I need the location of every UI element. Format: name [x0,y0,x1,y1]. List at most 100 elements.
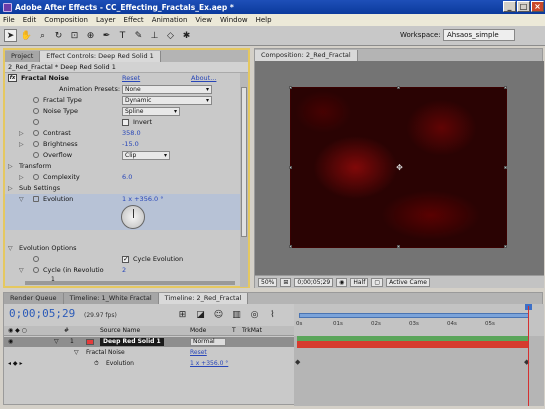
stopwatch-icon[interactable] [33,174,39,180]
menu-edit[interactable]: Edit [23,16,37,24]
layer-duration-bar-selected[interactable] [297,341,529,348]
layer-handle[interactable] [504,166,507,169]
close-button[interactable]: × [531,1,544,12]
tab-timeline-white-fractal[interactable]: Timeline: 1_White Fractal [63,293,159,304]
menu-composition[interactable]: Composition [44,16,88,24]
stopwatch-active-icon[interactable] [33,196,39,202]
cycle-revolution-value[interactable]: 2 [122,265,126,276]
anchor-point-icon[interactable]: ✥ [396,164,403,172]
expand-triangle-icon[interactable]: ▷ [8,183,13,194]
shy-layers-icon[interactable]: ☺ [212,308,225,321]
frame-blending-icon[interactable]: ▥ [230,308,243,321]
stopwatch-icon[interactable] [33,267,39,273]
camera-select[interactable]: Active Came [386,277,430,287]
stopwatch-icon[interactable] [33,152,39,158]
zoom-tool-icon[interactable]: ⌕ [36,29,49,42]
overflow-select[interactable]: Clip [122,151,170,160]
type-tool-icon[interactable]: T [116,29,129,42]
layer-handle[interactable] [504,245,507,248]
current-time-indicator[interactable] [528,306,529,406]
snapshot-icon[interactable]: ◉ [336,277,348,287]
complexity-value[interactable]: 6.0 [122,172,132,183]
noise-type-select[interactable]: Spline [122,107,180,116]
collapse-triangle-icon[interactable]: ▽ [19,265,24,276]
resolution-select[interactable]: Half [350,277,369,287]
region-icon[interactable]: ▢ [371,277,384,287]
selection-tool-icon[interactable]: ➤ [4,29,17,42]
brush-tool-icon[interactable]: ✎ [132,29,145,42]
safe-zones-icon[interactable]: ⊞ [280,277,292,287]
search-comp-icon[interactable]: ⊞ [176,308,189,321]
rotate-tool-icon[interactable]: ↻ [52,29,65,42]
tab-composition[interactable]: Composition: 2_Red_Fractal [255,50,358,61]
contrast-value[interactable]: 358.0 [122,128,141,139]
eraser-tool-icon[interactable]: ◇ [164,29,177,42]
puppet-tool-icon[interactable]: ✱ [180,29,193,42]
keyframe-nav-icon[interactable]: ◂ ◆ ▸ [8,359,22,369]
motion-blur-icon[interactable]: ◎ [248,308,261,321]
stopwatch-active-icon[interactable]: ⏱ [94,359,99,369]
layer-handle[interactable] [504,86,507,89]
stopwatch-icon[interactable] [33,256,39,262]
menu-help[interactable]: Help [256,16,272,24]
effect-controls-scrollbar[interactable] [240,73,248,287]
clone-stamp-tool-icon[interactable]: ⊥ [148,29,161,42]
invert-checkbox[interactable] [122,119,129,126]
layer-handle[interactable] [397,245,400,248]
minimize-button[interactable]: _ [503,1,516,12]
expand-triangle-icon[interactable]: ▷ [19,128,24,139]
stopwatch-icon[interactable] [33,108,39,114]
tab-timeline-red-fractal[interactable]: Timeline: 2_Red_Fractal [158,293,249,304]
menu-view[interactable]: View [195,16,212,24]
menu-animation[interactable]: Animation [152,16,188,24]
cycle-revolution-slider[interactable] [25,281,235,285]
hand-tool-icon[interactable]: ✋ [20,29,33,42]
timeline-timecode[interactable]: 0;00;05;29 [9,307,75,320]
layer-handle[interactable] [289,86,292,89]
draft-3d-icon[interactable]: ◪ [194,308,207,321]
about-link[interactable]: About... [191,73,216,84]
expand-triangle-icon[interactable]: ▷ [8,161,13,172]
mode-header[interactable]: Mode [190,326,206,336]
menu-effect[interactable]: Effect [124,16,144,24]
source-name-header[interactable]: Source Name [100,326,140,336]
animation-presets-select[interactable]: None [122,85,212,94]
expand-triangle-icon[interactable]: ▽ [54,337,59,347]
workspace-select[interactable]: Ahsaos_simple [443,29,515,41]
pan-behind-tool-icon[interactable]: ⊕ [84,29,97,42]
tab-project[interactable]: Project [5,51,41,62]
collapse-triangle-icon[interactable]: ▽ [19,194,24,205]
menu-layer[interactable]: Layer [96,16,116,24]
brightness-value[interactable]: -15.0 [122,139,139,150]
fx-toggle-icon[interactable]: fx [8,74,17,82]
eye-icon[interactable]: ◉ [8,337,13,347]
zoom-select[interactable]: 50% [258,277,278,287]
stopwatch-icon[interactable] [33,97,39,103]
camera-tool-icon[interactable]: ⊡ [68,29,81,42]
av-features-icon[interactable]: ◉ ◆ ○ [8,326,27,336]
tab-effect-controls[interactable]: Effect Controls: Deep Red Solid 1 [40,51,161,62]
layer-handle[interactable] [289,166,292,169]
expand-triangle-icon[interactable]: ▷ [19,172,24,183]
pen-tool-icon[interactable]: ✒ [100,29,113,42]
stopwatch-icon[interactable] [33,141,39,147]
keyframe-icon[interactable]: ◆ [295,358,300,366]
collapse-triangle-icon[interactable]: ▽ [8,243,13,254]
stopwatch-icon[interactable] [33,119,39,125]
timeline-evolution-value[interactable]: 1 x +356.0 ° [190,359,228,369]
time-ruler[interactable]: 0s 01s 02s 03s 04s 05s [294,304,544,336]
stopwatch-icon[interactable] [33,130,39,136]
menu-file[interactable]: File [3,16,15,24]
layer-handle[interactable] [289,245,292,248]
maximize-button[interactable]: □ [517,1,530,12]
evolution-value[interactable]: 1 x +356.0 ° [122,194,164,205]
cycle-evolution-checkbox[interactable] [122,254,129,265]
scrollbar-thumb[interactable] [241,87,247,237]
fractal-type-select[interactable]: Dynamic [122,96,212,105]
collapse-triangle-icon[interactable]: ▽ [74,348,79,358]
composition-viewer[interactable]: ✥ [255,61,544,275]
label-color-swatch[interactable] [86,339,94,345]
evolution-angle-dial[interactable] [121,205,145,229]
timeline-reset-link[interactable]: Reset [190,348,207,358]
tab-render-queue[interactable]: Render Queue [4,293,64,304]
